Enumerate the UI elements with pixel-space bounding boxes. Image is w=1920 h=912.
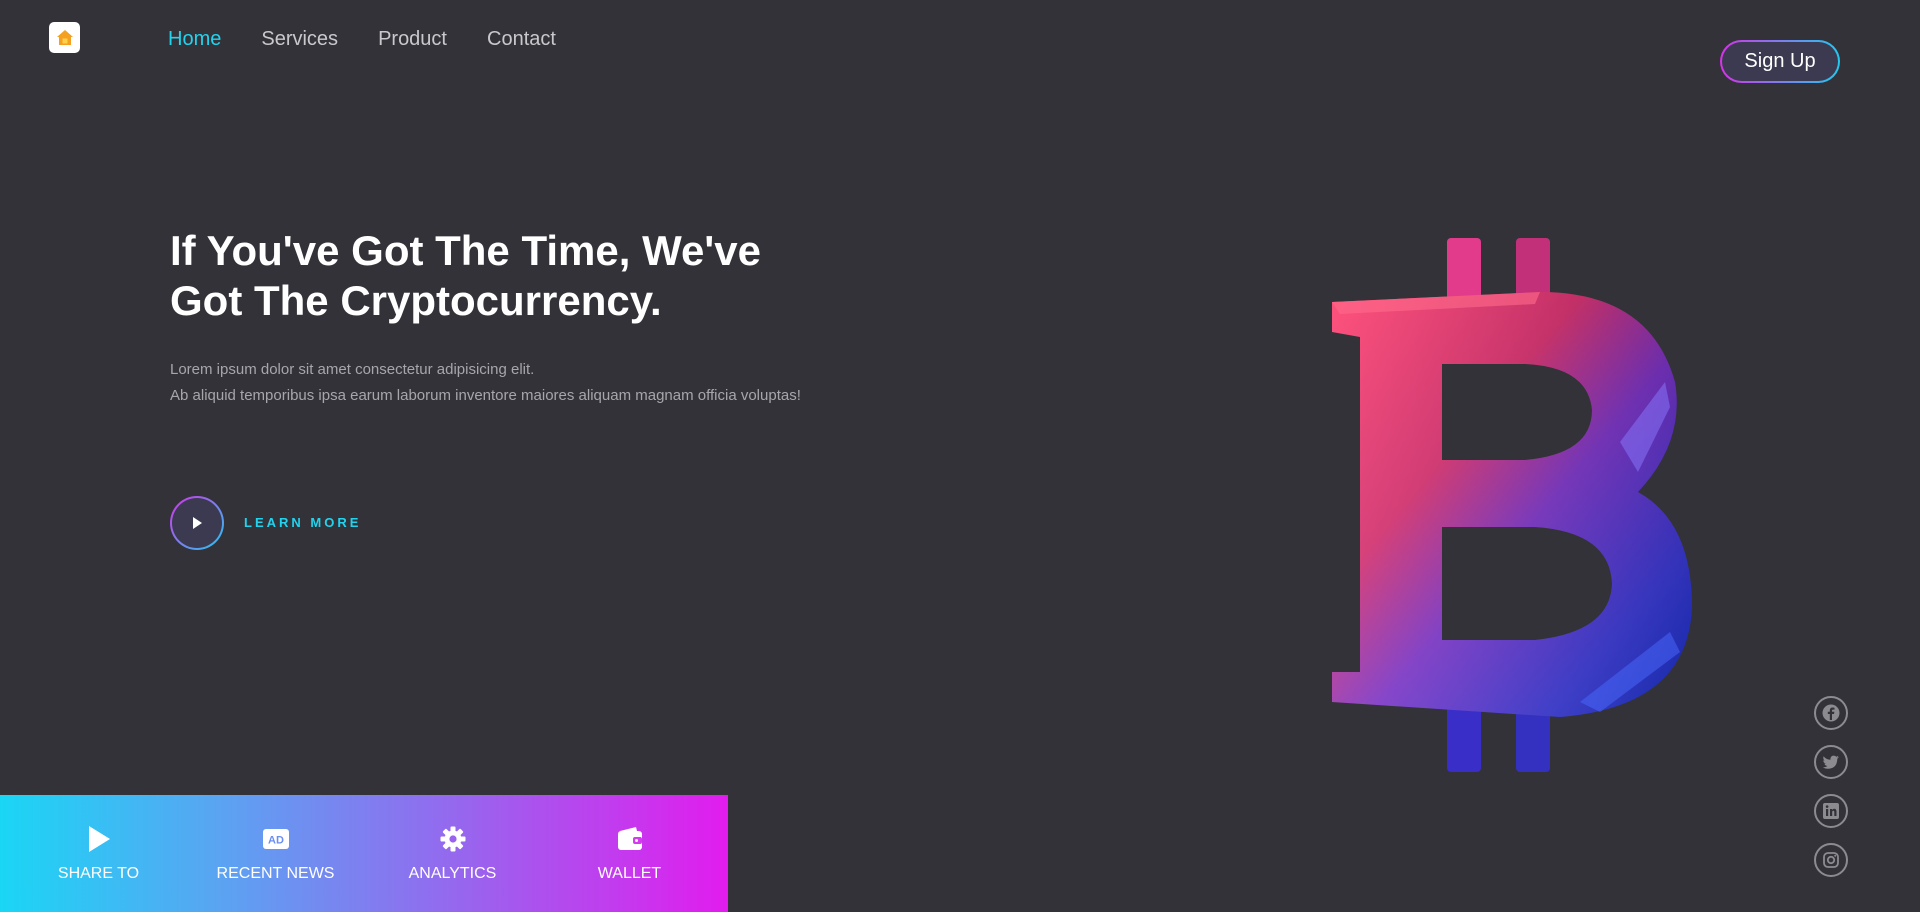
wallet-icon [616,825,644,853]
home-logo-icon[interactable] [49,22,80,53]
recent-news-button[interactable]: AD RECENT NEWS [216,825,336,883]
landing-page: Home Services Product Contact Sign Up If… [0,0,1920,912]
ad-icon: AD [262,825,290,853]
sign-up-button[interactable]: Sign Up [1720,40,1840,83]
feature-bar: SHARE TO AD RECENT NEWS ANALYTICS WALLET [0,795,728,912]
facebook-icon[interactable] [1814,696,1848,730]
ad-icon-text: AD [268,834,284,846]
hero-title-line-2: Got The Cryptocurrency. [170,277,662,324]
nav-item-contact[interactable]: Contact [487,28,556,51]
hero-subtitle-line-2: Ab aliquid temporibus ipsa earum laborum… [170,387,801,404]
analytics-button[interactable]: ANALYTICS [393,825,513,883]
hero-title-line-1: If You've Got The Time, We've [170,227,762,274]
recent-news-label: RECENT NEWS [216,864,335,882]
play-icon [193,517,202,529]
wallet-button[interactable]: WALLET [570,825,690,883]
share-to-label: SHARE TO [57,864,140,882]
nav-item-product[interactable]: Product [378,28,447,51]
learn-more-link[interactable]: LEARN MORE [244,515,361,530]
gear-icon [439,825,467,853]
nav-item-services[interactable]: Services [261,28,338,51]
share-to-button[interactable]: SHARE TO [39,825,159,883]
analytics-label: ANALYTICS [408,864,497,882]
social-links [1814,696,1848,877]
play-icon [86,825,112,853]
linkedin-icon[interactable] [1814,794,1848,828]
nav-item-home[interactable]: Home [168,28,221,51]
instagram-icon[interactable] [1814,843,1848,877]
play-video-button[interactable] [170,496,224,550]
main-nav: Home Services Product Contact [168,28,556,51]
hero-subtitle: Lorem ipsum dolor sit amet consectetur a… [170,357,930,409]
twitter-icon[interactable] [1814,745,1848,779]
hero-title: If You've Got The Time, We've Got The Cr… [170,226,870,326]
hero-subtitle-line-1: Lorem ipsum dolor sit amet consectetur a… [170,361,535,378]
bitcoin-logo-icon [1332,238,1692,772]
wallet-label: WALLET [597,864,662,882]
